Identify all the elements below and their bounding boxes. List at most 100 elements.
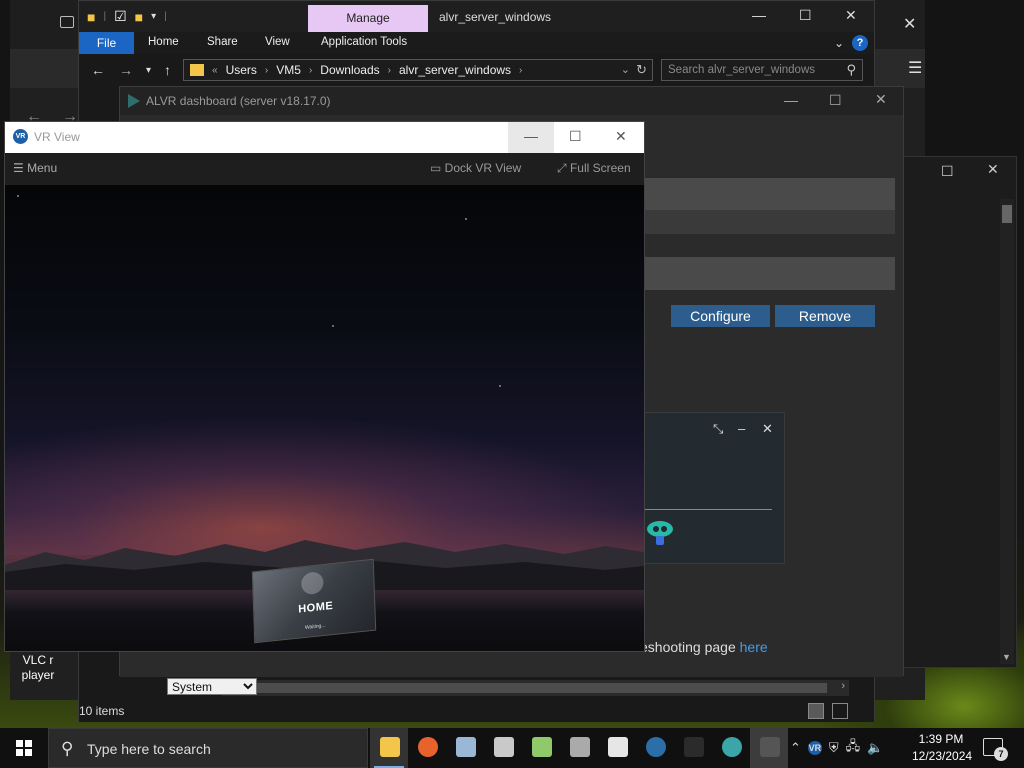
configure-button[interactable]: Configure xyxy=(671,305,770,327)
customize-dropdown-icon[interactable]: ▾ xyxy=(151,11,156,22)
troubleshooting-text: eshooting page here xyxy=(640,639,768,655)
taskbar-app-steam[interactable] xyxy=(636,728,674,768)
vertical-scrollbar[interactable]: ▼ xyxy=(1000,199,1014,664)
headset-status-icon[interactable] xyxy=(645,519,675,549)
breadcrumb-vm5[interactable]: VM5 xyxy=(276,63,301,77)
search-box[interactable]: ⚲ xyxy=(661,59,863,81)
browser-menu-icon[interactable]: ☰ xyxy=(908,58,922,78)
minimize-icon[interactable]: — xyxy=(524,128,538,144)
clock-date: 12/23/2024 xyxy=(912,749,973,763)
language-select[interactable]: System xyxy=(167,678,257,695)
view-toggle xyxy=(808,703,848,719)
taskbar-search[interactable]: ⚲ xyxy=(48,728,368,768)
recent-locations-icon[interactable]: ▾ xyxy=(146,65,151,76)
remove-button[interactable]: Remove xyxy=(775,305,875,327)
troubleshooting-prefix: eshooting page xyxy=(640,639,740,655)
address-dropdown-icon[interactable]: ⌄ xyxy=(621,63,630,76)
taskbar-app-terminal[interactable] xyxy=(674,728,712,768)
taskbar-app-7zip[interactable] xyxy=(598,728,636,768)
help-icon[interactable]: ? xyxy=(852,35,868,51)
desktop-icon-vlc-label[interactable]: VLC r player xyxy=(10,653,66,683)
scroll-right-icon[interactable]: › xyxy=(841,680,845,692)
folder-icon[interactable]: ■ xyxy=(87,9,95,25)
tab-actions-icon[interactable] xyxy=(60,16,74,28)
scrollbar-thumb[interactable] xyxy=(242,683,827,693)
action-center-shield-icon[interactable]: ⛨ xyxy=(829,740,839,756)
volume-icon[interactable]: 🔈 xyxy=(867,740,883,756)
maximize-icon[interactable]: ☐ xyxy=(799,7,812,24)
maximize-icon[interactable]: ☐ xyxy=(569,128,582,145)
back-icon[interactable]: ← xyxy=(91,62,105,78)
tab-share[interactable]: Share xyxy=(207,36,238,48)
maximize-icon[interactable]: ☐ xyxy=(829,92,842,109)
network-icon[interactable]: 🖧 xyxy=(846,737,861,759)
close-icon[interactable]: ✕ xyxy=(762,421,773,437)
taskbar-app-file-explorer[interactable] xyxy=(370,728,408,768)
tab-manage[interactable]: Manage xyxy=(308,5,428,32)
chevron-right-icon[interactable]: › xyxy=(265,65,268,76)
taskbar-search-input[interactable] xyxy=(87,738,357,760)
close-icon[interactable]: ✕ xyxy=(987,161,999,178)
up-icon[interactable]: ↑ xyxy=(164,62,171,78)
client-card-body xyxy=(645,210,895,234)
show-hidden-icons-icon[interactable]: ⌃ xyxy=(790,740,801,756)
search-input[interactable] xyxy=(662,60,832,80)
tab-home[interactable]: Home xyxy=(148,36,179,48)
minimize-icon[interactable]: — xyxy=(752,7,766,23)
menu-label: Menu xyxy=(27,161,58,175)
large-icons-view-icon[interactable] xyxy=(832,703,848,719)
menu-button[interactable]: ☰ Menu xyxy=(13,161,57,175)
taskbar-app-notepad-plus[interactable] xyxy=(522,728,560,768)
close-icon[interactable]: ✕ xyxy=(875,91,887,108)
minimize-icon[interactable]: – xyxy=(738,421,745,436)
dock-vr-view-button[interactable]: ▭ Dock VR View xyxy=(430,161,521,175)
breadcrumb-users[interactable]: Users xyxy=(226,63,257,77)
scrollbar-thumb[interactable] xyxy=(1002,205,1012,223)
start-button[interactable] xyxy=(0,728,48,768)
pin-icon[interactable]: ⤡ xyxy=(713,421,723,437)
taskbar-app-package[interactable] xyxy=(484,728,522,768)
maximize-icon[interactable]: ☐ xyxy=(941,163,954,180)
horizontal-scrollbar[interactable]: ‹ › xyxy=(222,680,849,696)
vr-scene-view[interactable]: HOME Waiting... xyxy=(5,185,644,651)
chevron-right-icon[interactable]: › xyxy=(388,65,391,76)
chevron-right-icon[interactable]: › xyxy=(309,65,312,76)
address-bar[interactable]: « Users › VM5 › Downloads › alvr_server_… xyxy=(183,59,653,81)
steamvr-tray-icon[interactable]: VR xyxy=(807,741,822,755)
installer-icon xyxy=(570,737,590,757)
breadcrumb-alvr-server-windows[interactable]: alvr_server_windows xyxy=(399,63,511,77)
close-icon[interactable]: ✕ xyxy=(845,7,857,24)
close-icon[interactable]: ✕ xyxy=(615,128,627,145)
chevron-right-icon[interactable]: › xyxy=(519,65,522,76)
tab-application-tools[interactable]: Application Tools xyxy=(321,36,407,48)
forward-icon[interactable]: → xyxy=(119,62,133,78)
steamvr-status-window: ⤡ – ✕ xyxy=(644,412,785,564)
search-icon[interactable]: ⚲ xyxy=(846,62,856,78)
steamvr-home-card[interactable]: HOME Waiting... xyxy=(251,558,377,644)
troubleshooting-link[interactable]: here xyxy=(740,639,768,655)
tab-view[interactable]: View xyxy=(265,36,290,48)
taskbar-app-firefox[interactable] xyxy=(408,728,446,768)
scroll-down-icon[interactable]: ▼ xyxy=(1002,652,1011,662)
browser-close-icon[interactable]: ✕ xyxy=(903,14,916,34)
breadcrumb-downloads[interactable]: Downloads xyxy=(320,63,379,77)
taskbar-app-alvr[interactable] xyxy=(712,728,750,768)
star xyxy=(17,195,19,197)
refresh-icon[interactable]: ↻ xyxy=(636,62,647,78)
notification-center-icon[interactable]: 7 xyxy=(983,738,1008,761)
taskbar-app-installer[interactable] xyxy=(560,728,598,768)
clock[interactable]: 1:39 PM 12/23/2024 xyxy=(912,731,973,765)
expand-ribbon-icon[interactable]: ⌄ xyxy=(834,36,844,50)
taskbar-app-vr-view[interactable] xyxy=(750,728,788,768)
taskbar-app-photos[interactable] xyxy=(446,728,484,768)
tab-file[interactable]: File xyxy=(79,32,134,54)
terminal-icon xyxy=(684,737,704,757)
alvr-logo-icon xyxy=(128,94,140,108)
new-folder-icon[interactable]: ■ xyxy=(135,9,143,25)
clock-time: 1:39 PM xyxy=(918,732,964,746)
details-view-icon[interactable] xyxy=(808,703,824,719)
full-screen-button[interactable]: ⤢ Full Screen xyxy=(557,161,631,176)
properties-icon[interactable]: ☑ xyxy=(114,8,127,25)
breadcrumb: « Users › VM5 › Downloads › alvr_server_… xyxy=(190,63,522,77)
minimize-icon[interactable]: — xyxy=(784,92,798,108)
